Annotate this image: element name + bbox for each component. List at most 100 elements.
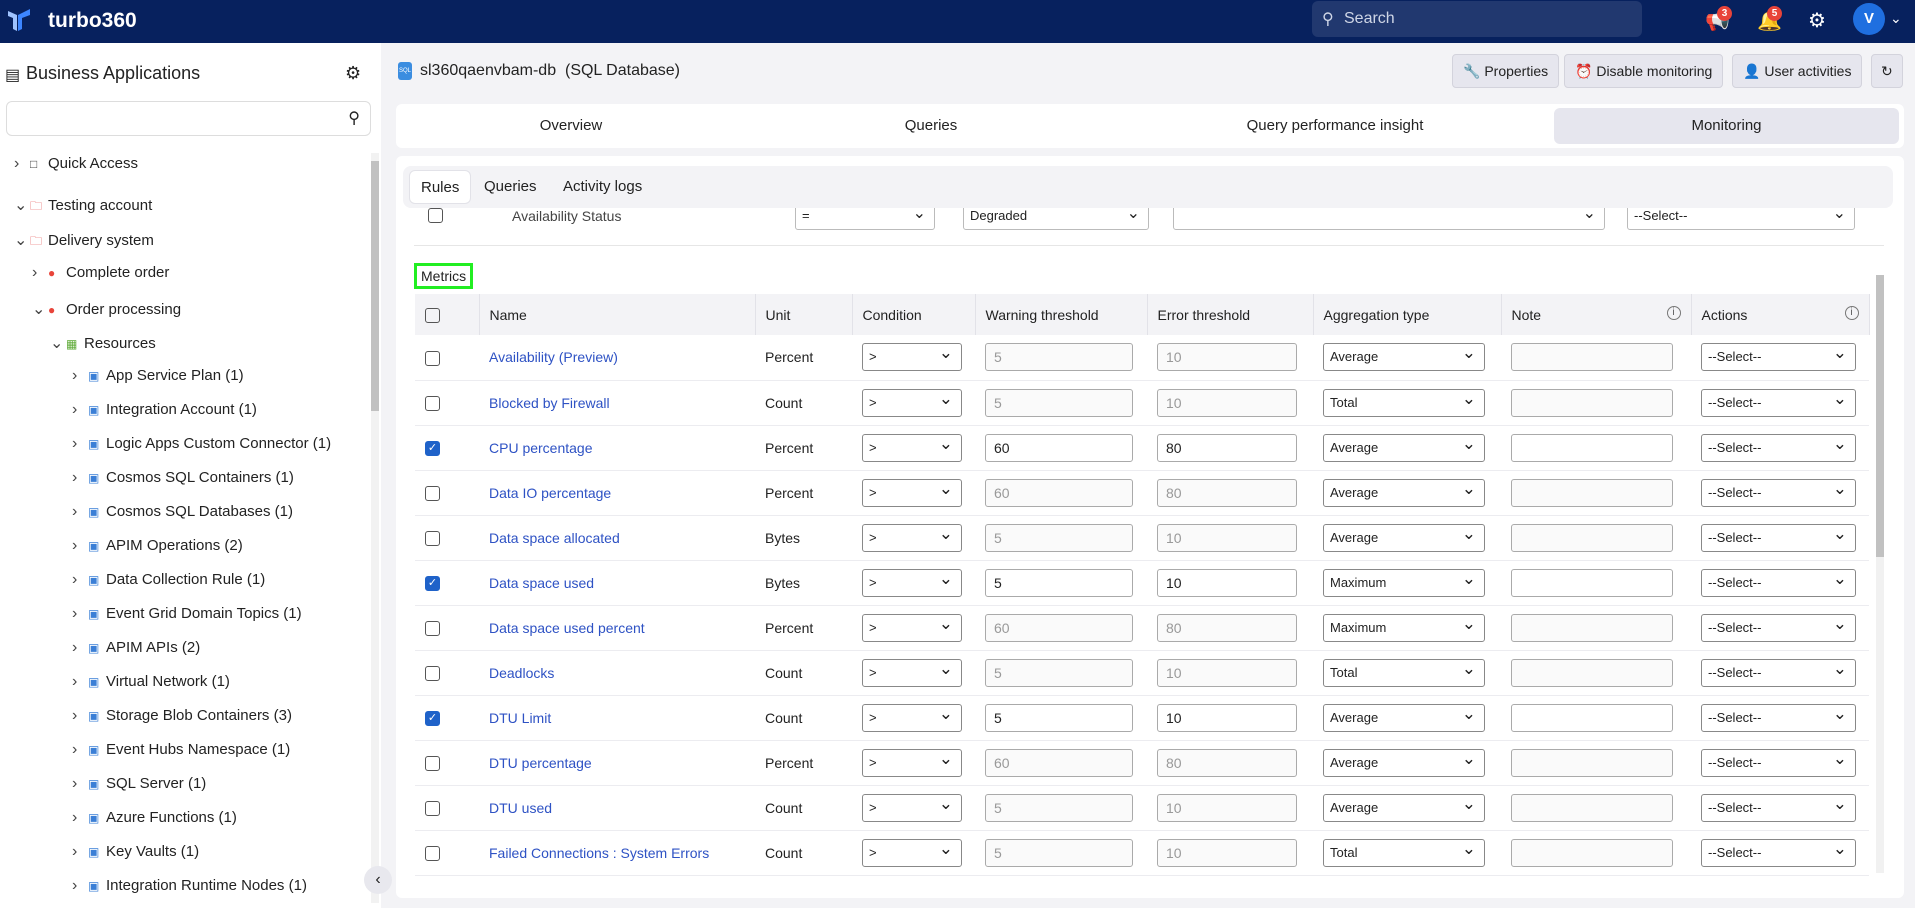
metric-checkbox[interactable] <box>425 620 440 636</box>
sidebar-tree-item[interactable]: › ▣ Integration Runtime Nodes (1) <box>72 877 307 895</box>
warning-threshold-input[interactable]: 60 <box>985 478 1133 507</box>
chevron-right-icon[interactable]: › <box>72 673 88 691</box>
subtab-rules[interactable]: Rules <box>409 170 472 204</box>
note-input[interactable] <box>1511 748 1673 777</box>
error-threshold-input[interactable]: 10 <box>1157 838 1297 867</box>
error-threshold-input[interactable]: 10 <box>1157 388 1297 417</box>
sidebar-tree-item[interactable]: › ▣ Cosmos SQL Databases (1) <box>72 503 293 521</box>
metric-checkbox[interactable] <box>425 530 440 546</box>
note-input[interactable] <box>1511 343 1673 372</box>
chevron-right-icon[interactable]: › <box>72 843 88 861</box>
aggregation-type-select[interactable]: Maximum <box>1323 568 1485 597</box>
subtab-activity-logs[interactable]: Activity logs <box>552 170 653 204</box>
aggregation-type-select[interactable]: Average <box>1323 748 1485 777</box>
actions-select[interactable]: --Select-- <box>1701 793 1856 822</box>
condition-select[interactable]: > <box>862 793 962 822</box>
metric-name-link[interactable]: Data IO percentage <box>489 485 611 501</box>
availability-note-input[interactable] <box>1173 208 1605 230</box>
aggregation-type-select[interactable]: Average <box>1323 793 1485 822</box>
actions-select[interactable]: --Select-- <box>1701 748 1856 777</box>
error-threshold-input[interactable]: 10 <box>1157 703 1297 732</box>
chevron-down-icon[interactable]: ⌄ <box>1890 10 1902 27</box>
metric-checkbox[interactable] <box>425 350 440 366</box>
aggregation-type-select[interactable]: Maximum <box>1323 613 1485 642</box>
warning-threshold-input[interactable]: 5 <box>985 658 1133 687</box>
sidebar-tree-item[interactable]: › ▣ Cosmos SQL Containers (1) <box>72 469 294 487</box>
tab-queries[interactable]: Queries <box>746 108 1116 144</box>
actions-select[interactable]: --Select-- <box>1701 523 1856 552</box>
error-threshold-input[interactable]: 80 <box>1157 748 1297 777</box>
sidebar-search-input[interactable]: ⚲ <box>6 101 371 136</box>
actions-select[interactable]: --Select-- <box>1701 613 1856 642</box>
actions-select[interactable]: --Select-- <box>1701 568 1856 597</box>
metric-name-link[interactable]: CPU percentage <box>489 440 593 456</box>
actions-select[interactable]: --Select-- <box>1701 838 1856 867</box>
aggregation-type-select[interactable]: Average <box>1323 523 1485 552</box>
actions-select[interactable]: --Select-- <box>1701 703 1856 732</box>
chevron-right-icon[interactable]: › <box>72 809 88 827</box>
condition-select[interactable]: > <box>862 523 962 552</box>
subtab-queries[interactable]: Queries <box>473 170 548 204</box>
warning-threshold-input[interactable]: 60 <box>985 613 1133 642</box>
note-input[interactable] <box>1511 838 1673 867</box>
sidebar-tree-item[interactable]: › ▣ App Service Plan (1) <box>72 367 244 385</box>
tab-query-performance-insight[interactable]: Query performance insight <box>1116 108 1554 144</box>
metric-checkbox[interactable] <box>425 485 440 501</box>
sidebar-tree-item[interactable]: › ▣ APIM APIs (2) <box>72 639 200 657</box>
aggregation-type-select[interactable]: Average <box>1323 703 1485 732</box>
condition-select[interactable]: > <box>862 748 962 777</box>
collapse-sidebar-button[interactable]: ‹ <box>364 866 392 894</box>
condition-select[interactable]: > <box>862 568 962 597</box>
availability-action-select[interactable]: --Select-- <box>1627 208 1855 230</box>
metric-name-link[interactable]: Blocked by Firewall <box>489 395 610 411</box>
warning-threshold-input[interactable]: 5 <box>985 343 1133 372</box>
note-input[interactable] <box>1511 703 1673 732</box>
metric-name-link[interactable]: Data space used percent <box>489 620 645 636</box>
warning-threshold-input[interactable]: 5 <box>985 703 1133 732</box>
properties-button[interactable]: 🔧 Properties <box>1452 54 1560 88</box>
sidebar-tree-item[interactable]: › ▣ Integration Account (1) <box>72 401 257 419</box>
warning-threshold-input[interactable]: 5 <box>985 523 1133 552</box>
actions-select[interactable]: --Select-- <box>1701 433 1856 462</box>
chevron-down-icon[interactable]: ⌄ <box>14 230 30 250</box>
tab-overview[interactable]: Overview <box>396 108 746 144</box>
note-input[interactable] <box>1511 388 1673 417</box>
table-scrollbar-thumb[interactable] <box>1876 275 1884 557</box>
chevron-right-icon[interactable]: › <box>72 639 88 657</box>
condition-select[interactable]: > <box>862 343 962 372</box>
availability-checkbox[interactable] <box>428 208 443 223</box>
sidebar-tree-item[interactable]: ⌄ 🗀 Testing account <box>14 195 152 218</box>
warning-threshold-input[interactable]: 60 <box>985 433 1133 462</box>
sidebar-tree-item[interactable]: › ▣ Data Collection Rule (1) <box>72 571 265 589</box>
error-threshold-input[interactable]: 10 <box>1157 343 1297 372</box>
chevron-right-icon[interactable]: › <box>72 877 88 895</box>
condition-select[interactable]: > <box>862 433 962 462</box>
chevron-right-icon[interactable]: › <box>72 503 88 521</box>
metric-checkbox[interactable] <box>425 845 440 861</box>
chevron-down-icon[interactable]: ⌄ <box>50 333 66 353</box>
note-input[interactable] <box>1511 433 1673 462</box>
condition-select[interactable]: > <box>862 703 962 732</box>
info-icon[interactable]: i <box>1666 306 1681 320</box>
sidebar-tree-item[interactable]: › ▣ Logic Apps Custom Connector (1) <box>72 435 331 453</box>
chevron-right-icon[interactable]: › <box>72 401 88 419</box>
sidebar-tree-item[interactable]: › ▣ Key Vaults (1) <box>72 843 199 861</box>
metric-checkbox[interactable] <box>425 395 440 411</box>
metric-name-link[interactable]: DTU percentage <box>489 755 592 771</box>
metric-name-link[interactable]: Data space used <box>489 575 594 591</box>
gear-icon[interactable]: ⚙ <box>1808 8 1826 33</box>
note-input[interactable] <box>1511 523 1673 552</box>
metric-name-link[interactable]: Data space allocated <box>489 530 620 546</box>
warning-threshold-input[interactable]: 5 <box>985 388 1133 417</box>
select-all-checkbox[interactable] <box>425 307 440 323</box>
chevron-down-icon[interactable]: ⌄ <box>32 299 48 319</box>
actions-select[interactable]: --Select-- <box>1701 478 1856 507</box>
aggregation-type-select[interactable]: Average <box>1323 478 1485 507</box>
sidebar-tree-item[interactable]: › ▣ APIM Operations (2) <box>72 537 243 555</box>
sidebar-tree-item[interactable]: › ▣ Storage Blob Containers (3) <box>72 707 292 725</box>
user-activities-button[interactable]: 👤 User activities <box>1732 54 1863 88</box>
condition-select[interactable]: > <box>862 838 962 867</box>
chevron-down-icon[interactable]: ⌄ <box>14 195 30 215</box>
chevron-right-icon[interactable]: › <box>14 155 30 173</box>
actions-select[interactable]: --Select-- <box>1701 388 1856 417</box>
